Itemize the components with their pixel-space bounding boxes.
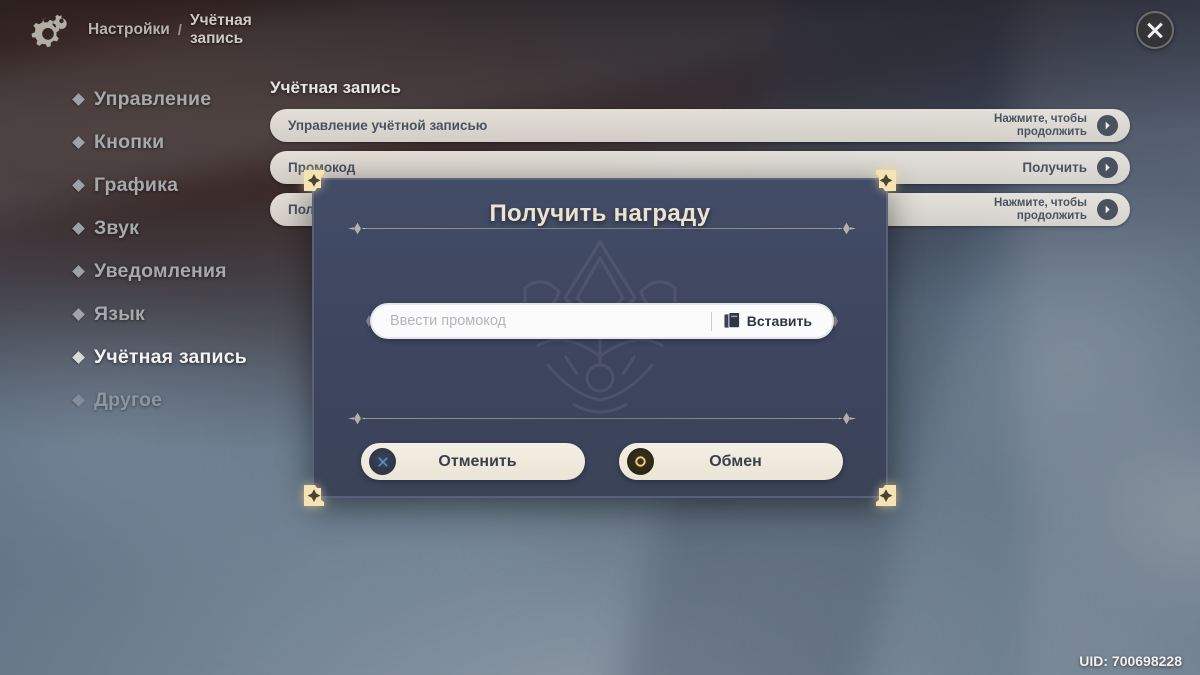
- sidebar-item-yazyk[interactable]: Язык: [70, 293, 320, 336]
- confirm-label: Обмен: [709, 452, 762, 470]
- breadcrumb-root[interactable]: Настройки: [88, 21, 170, 39]
- sidebar-item-label: Звук: [94, 217, 140, 239]
- bullet-diamond-icon: [72, 394, 85, 407]
- ring-circle-icon: [627, 448, 654, 475]
- divider-star-icon: [348, 222, 365, 234]
- paste-label: Вставить: [746, 313, 812, 329]
- top-bar: Настройки / Учётная запись: [0, 0, 1200, 60]
- chevron-right-icon: [1105, 163, 1110, 172]
- clipboard-icon: [724, 312, 740, 329]
- chevron-right-icon: [1105, 205, 1110, 214]
- sidebar-item-label: Другое: [94, 389, 163, 411]
- sidebar-item-label: Учётная запись: [94, 346, 247, 368]
- x-circle-icon: [369, 448, 396, 475]
- cancel-label: Отменить: [438, 452, 517, 470]
- promo-code-field-wrapper: Вставить: [362, 303, 842, 339]
- bullet-diamond-icon: [72, 179, 85, 192]
- divider-bottom: [348, 411, 856, 425]
- bullet-diamond-icon: [72, 351, 85, 364]
- bullet-diamond-icon: [72, 265, 85, 278]
- row-action-text: Нажмите, чтобы продолжить: [994, 196, 1087, 222]
- redeem-code-dialog: Получить награду Вставить: [304, 170, 896, 506]
- sidebar-item-label: Графика: [94, 174, 179, 196]
- sidebar-item-label: Управление: [94, 88, 212, 110]
- sidebar-item-label: Уведомления: [94, 260, 227, 282]
- chevron-right-icon: [1105, 121, 1110, 130]
- bullet-diamond-icon: [72, 222, 85, 235]
- row-label: Управление учётной записью: [288, 118, 488, 133]
- close-button[interactable]: [1136, 11, 1174, 49]
- promo-code-input[interactable]: [390, 313, 707, 329]
- bullet-diamond-icon: [72, 308, 85, 321]
- divider-top: [348, 221, 856, 235]
- sidebar-item-label: Язык: [94, 303, 145, 325]
- breadcrumb-current: Учётная запись: [189, 12, 252, 47]
- divider-star-icon: [839, 222, 856, 234]
- bullet-diamond-icon: [72, 93, 85, 106]
- sidebar-item-label: Кнопки: [94, 131, 165, 153]
- sidebar-item-drugoe[interactable]: Другое: [70, 379, 320, 422]
- table-row[interactable]: Управление учётной записью Нажмите, чтоб…: [270, 109, 1130, 142]
- sidebar-item-uvedomleniya[interactable]: Уведомления: [70, 250, 320, 293]
- row-label: Промокод: [288, 160, 356, 175]
- cancel-button[interactable]: Отменить: [361, 443, 585, 480]
- page-title: Учётная запись: [270, 78, 401, 97]
- row-arrow-button[interactable]: [1097, 157, 1118, 178]
- divider-line: [365, 417, 839, 419]
- uid-label: UID: 700698228: [1079, 653, 1182, 669]
- promo-code-input-pill: Вставить: [370, 303, 834, 339]
- breadcrumb-separator: /: [177, 21, 182, 39]
- divider-star-icon: [839, 412, 856, 424]
- bullet-diamond-icon: [72, 136, 85, 149]
- paste-button[interactable]: Вставить: [724, 312, 828, 330]
- close-icon: [1147, 22, 1163, 39]
- divider-star-icon: [348, 412, 365, 424]
- gear-icon: [31, 14, 67, 48]
- field-separator: [710, 311, 712, 331]
- row-arrow-button[interactable]: [1097, 199, 1118, 220]
- row-arrow-button[interactable]: [1097, 115, 1118, 136]
- divider-line: [365, 227, 839, 229]
- breadcrumb: Настройки / Учётная запись: [88, 0, 264, 60]
- confirm-exchange-button[interactable]: Обмен: [619, 443, 843, 480]
- row-action-text: Нажмите, чтобы продолжить: [994, 112, 1087, 138]
- row-action-text: Получить: [1022, 160, 1087, 175]
- sidebar-item-account[interactable]: Учётная запись: [70, 336, 320, 379]
